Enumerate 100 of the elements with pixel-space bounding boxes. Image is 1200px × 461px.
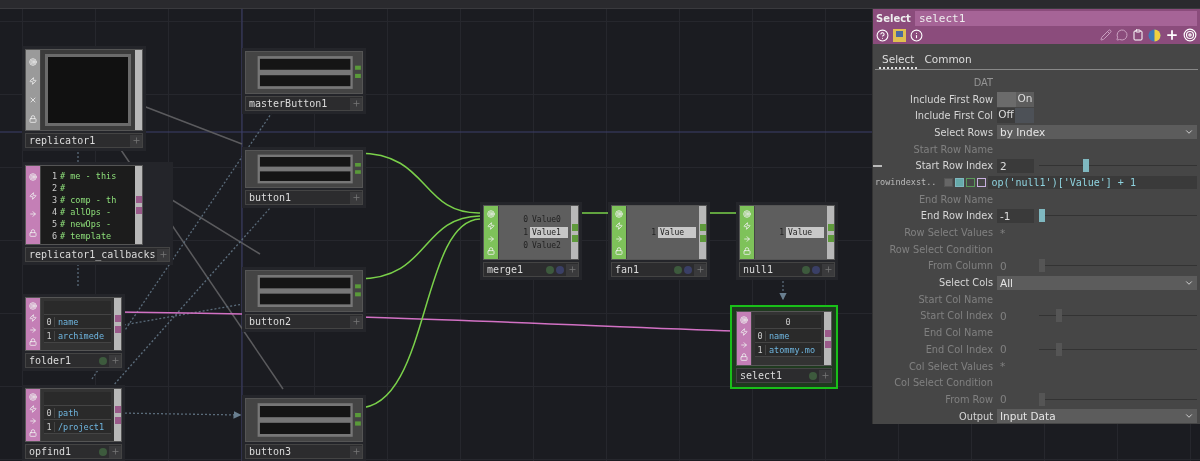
add-icon[interactable] xyxy=(350,191,362,204)
arrow-icon[interactable] xyxy=(29,326,37,334)
arrow-icon[interactable] xyxy=(615,234,623,243)
display-flag-icon[interactable] xyxy=(812,265,820,274)
viewer-flag-icon[interactable] xyxy=(809,371,817,380)
display-flag-icon[interactable] xyxy=(556,265,564,274)
add-icon[interactable] xyxy=(109,354,121,367)
add-icon[interactable] xyxy=(350,97,362,110)
lock-icon[interactable] xyxy=(29,114,37,123)
operator-node[interactable]: 0 0 name 1 atommy.mo select1 xyxy=(730,305,838,389)
row-index: 1 xyxy=(44,330,55,341)
lock-icon[interactable] xyxy=(743,246,751,255)
code-line: # allOps - xyxy=(60,207,112,217)
bolt-icon[interactable] xyxy=(615,222,623,231)
add-icon[interactable] xyxy=(819,369,831,382)
arrow-icon[interactable] xyxy=(29,210,37,219)
toggle-switch[interactable]: On xyxy=(997,91,1034,107)
operator-node[interactable]: button3 xyxy=(242,395,366,461)
bolt-icon[interactable] xyxy=(29,191,37,200)
python-icon[interactable] xyxy=(1148,28,1161,42)
lock-icon[interactable] xyxy=(740,352,748,361)
output-connector-strip[interactable] xyxy=(114,389,121,441)
operator-node[interactable]: button2 xyxy=(242,267,366,332)
add-icon[interactable] xyxy=(694,263,706,276)
output-connector-strip[interactable] xyxy=(114,298,121,350)
lock-icon[interactable] xyxy=(487,246,495,255)
arrow-icon[interactable] xyxy=(29,417,37,425)
operator-name-field[interactable]: select1 xyxy=(914,11,1197,26)
table-cell-text: archimede xyxy=(57,330,105,341)
dropdown-menu[interactable]: All xyxy=(997,275,1197,290)
panel-tab[interactable]: Select xyxy=(879,52,918,69)
viewer-flag-icon[interactable] xyxy=(99,356,107,365)
add-icon[interactable] xyxy=(157,248,170,261)
expression-field[interactable]: op('null1')['Value'] + 1 xyxy=(988,175,1197,189)
lock-icon[interactable] xyxy=(29,429,37,437)
add-icon[interactable] xyxy=(1165,28,1179,42)
operator-node[interactable]: 0 name 1 archimede folder1 xyxy=(22,294,125,371)
dropdown-menu[interactable]: Input Data xyxy=(997,409,1197,424)
bolt-icon[interactable] xyxy=(29,314,37,322)
comment-icon[interactable] xyxy=(1116,29,1128,41)
add-icon[interactable] xyxy=(566,263,578,276)
bolt-icon[interactable] xyxy=(29,76,37,85)
table-cell-text: name xyxy=(57,316,79,327)
viewer-flag-icon[interactable] xyxy=(546,265,554,274)
number-field[interactable]: 2 xyxy=(997,158,1034,173)
line-number: 1 xyxy=(50,171,58,181)
table-cell-text: path xyxy=(57,407,79,418)
number-field[interactable]: -1 xyxy=(997,208,1034,223)
output-connector-strip[interactable] xyxy=(571,206,578,259)
param-label: Output xyxy=(957,410,993,422)
toggle-switch[interactable]: Off xyxy=(997,108,1034,124)
info-icon[interactable] xyxy=(910,28,923,42)
add-icon[interactable] xyxy=(822,263,834,276)
bolt-icon[interactable] xyxy=(740,328,748,337)
display-flag-icon[interactable] xyxy=(684,265,692,274)
param-label: Col Select Condition xyxy=(893,377,993,389)
lock-icon[interactable] xyxy=(29,228,37,237)
node-name: button2 xyxy=(249,316,293,327)
code-line: # comp - th xyxy=(60,195,117,205)
operator-node[interactable]: 1 # me - this 2 # 3 # comp - th 4 # allOps - 5 # newOps - 6 # template replicator1_callbacks xyxy=(22,162,174,265)
code-line: # xyxy=(60,183,66,193)
lock-icon[interactable] xyxy=(29,338,37,346)
slider-thumb[interactable] xyxy=(1039,209,1045,223)
collapse-icon[interactable] xyxy=(873,164,882,167)
row-index: 0 xyxy=(44,407,55,418)
channel-name: Value0 xyxy=(531,214,562,225)
output-connector-strip[interactable] xyxy=(135,166,142,244)
slider-thumb[interactable] xyxy=(1083,159,1090,173)
dropdown-menu[interactable]: by Index xyxy=(997,125,1197,140)
pencil-icon[interactable] xyxy=(1100,29,1112,41)
viewer-flag-icon[interactable] xyxy=(802,265,810,274)
help-icon[interactable] xyxy=(876,28,889,42)
operator-node[interactable]: 0 path 1 /project1 opfind1 xyxy=(22,385,125,461)
cross-icon[interactable] xyxy=(29,95,37,104)
clipboard-icon[interactable] xyxy=(1132,29,1144,41)
operator-node[interactable]: button1 xyxy=(242,147,366,208)
operator-node[interactable]: masterButton1 xyxy=(242,48,366,114)
bolt-icon[interactable] xyxy=(743,222,751,231)
add-icon[interactable] xyxy=(350,315,362,328)
output-connector-strip[interactable] xyxy=(827,206,834,259)
output-connector-strip[interactable] xyxy=(699,206,706,259)
bolt-icon[interactable] xyxy=(487,222,495,231)
param-label: Row Select Condition xyxy=(888,243,993,255)
add-icon[interactable] xyxy=(130,134,142,147)
add-icon[interactable] xyxy=(350,445,362,458)
image-help-icon[interactable] xyxy=(893,28,906,42)
viewer-flag-icon[interactable] xyxy=(99,447,107,456)
channel-name: Value1 xyxy=(530,227,568,238)
operator-node[interactable]: replicator1 xyxy=(22,46,146,151)
arrow-icon[interactable] xyxy=(740,340,748,349)
bolt-icon[interactable] xyxy=(29,405,37,413)
add-icon[interactable] xyxy=(109,445,121,458)
arrow-icon[interactable] xyxy=(743,234,751,243)
lock-icon[interactable] xyxy=(615,246,623,255)
panel-tab[interactable]: Common xyxy=(921,52,975,69)
node-name: select1 xyxy=(740,370,784,381)
viewer-flag-icon[interactable] xyxy=(674,265,682,274)
arrow-icon[interactable] xyxy=(487,234,495,243)
code-line: # me - this xyxy=(60,171,117,181)
output-connector-strip[interactable] xyxy=(824,312,831,365)
